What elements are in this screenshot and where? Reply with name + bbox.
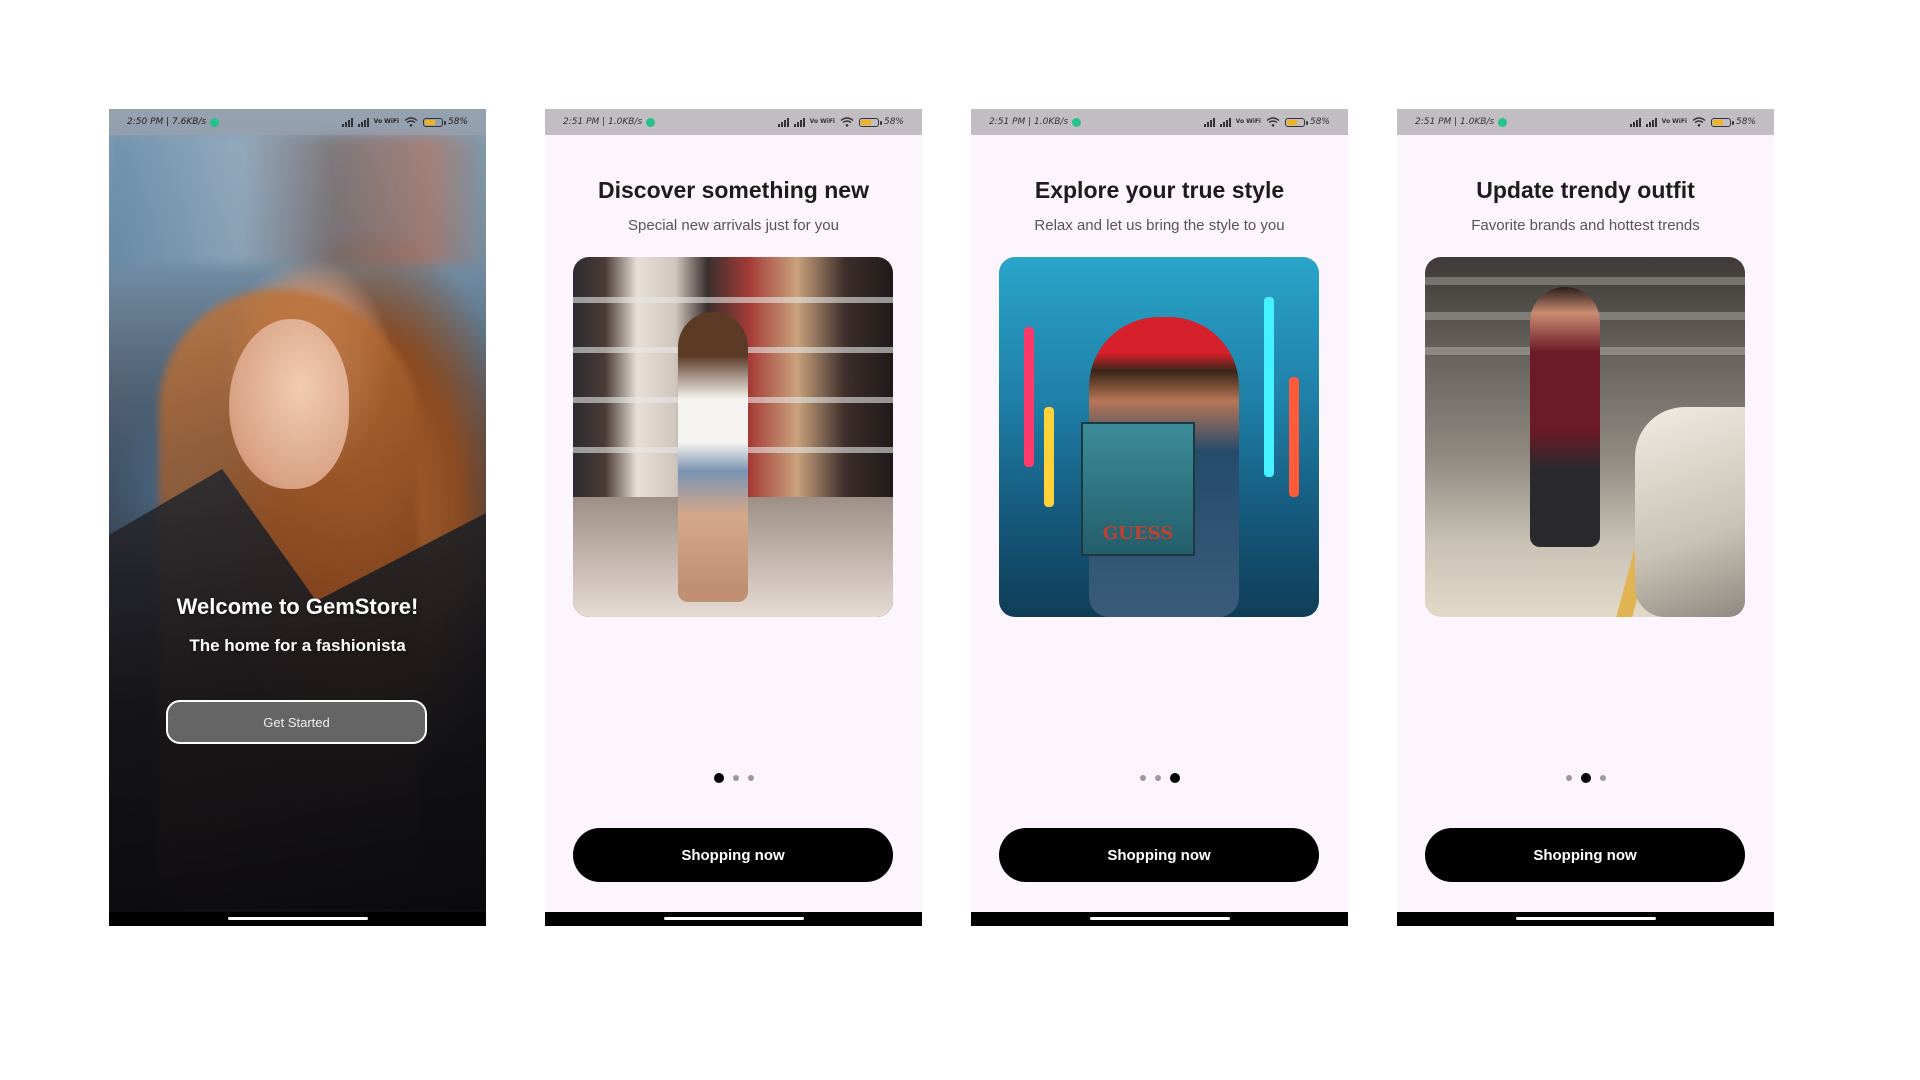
battery-icon <box>858 117 882 127</box>
status-bar: 2:51 PM | 1.0KB/s Vo WiFi 58% <box>545 109 922 135</box>
shopping-now-button[interactable]: Shopping now <box>1425 828 1745 882</box>
status-time: 2:51 PM | 1.0KB/s <box>1415 117 1495 127</box>
store-aisle-photo <box>573 257 893 617</box>
page-dot[interactable] <box>1169 773 1180 783</box>
status-bar: 2:51 PM | 1.0KB/s Vo WiFi 58% <box>971 109 1348 135</box>
signal-icon <box>777 117 789 127</box>
parking-garage-photo <box>1425 257 1745 617</box>
gesture-nav-bar <box>1397 912 1774 926</box>
battery-icon <box>1710 117 1734 127</box>
gesture-nav-bar <box>545 912 922 926</box>
vowifi-icon: Vo WiFi <box>1235 118 1261 125</box>
vowifi-icon: Vo WiFi <box>1661 118 1687 125</box>
welcome-screen: 2:50 PM | 7.6KB/s Vo WiFi 58% Welcome to… <box>109 109 486 926</box>
shopping-now-button[interactable]: Shopping now <box>999 828 1319 882</box>
status-time: 2:51 PM | 1.0KB/s <box>989 117 1069 127</box>
onboarding-subtitle: Relax and let us bring the style to you <box>1034 217 1285 234</box>
data-badge-icon <box>1072 117 1082 127</box>
page-dot[interactable] <box>1565 775 1572 781</box>
status-bar: 2:50 PM | 7.6KB/s Vo WiFi 58% <box>109 109 486 135</box>
signal-icon <box>1203 117 1215 127</box>
page-dot[interactable] <box>1154 775 1161 781</box>
battery-level: 58% <box>883 117 904 127</box>
data-badge-icon <box>1498 117 1508 127</box>
data-badge-icon <box>646 117 656 127</box>
page-dot[interactable] <box>732 775 739 781</box>
battery-level: 58% <box>447 117 468 127</box>
welcome-subtitle: The home for a fashionista <box>189 636 406 655</box>
onboarding-title: Update trendy outfit <box>1476 177 1695 203</box>
wifi-icon <box>1266 117 1280 127</box>
status-time: 2:51 PM | 1.0KB/s <box>563 117 643 127</box>
wifi-icon <box>1692 117 1706 127</box>
onboarding-image: GUESS <box>999 257 1319 617</box>
vowifi-icon: Vo WiFi <box>809 118 835 125</box>
page-indicator <box>545 773 922 783</box>
get-started-button[interactable]: Get Started <box>166 700 427 744</box>
battery-icon <box>422 117 446 127</box>
shopping-now-button[interactable]: Shopping now <box>573 828 893 882</box>
page-dot[interactable] <box>1139 775 1146 781</box>
battery-icon <box>1284 117 1308 127</box>
signal-icon <box>1219 117 1231 127</box>
home-indicator[interactable] <box>1089 917 1230 920</box>
gesture-nav-bar <box>109 912 486 926</box>
signal-icon <box>1629 117 1641 127</box>
status-time: 2:50 PM | 7.6KB/s <box>127 117 207 127</box>
signal-icon <box>1645 117 1657 127</box>
vowifi-icon: Vo WiFi <box>373 118 399 125</box>
onboarding-screen-2: 2:51 PM | 1.0KB/s Vo WiFi 58% Explore yo… <box>971 109 1348 926</box>
home-indicator[interactable] <box>227 917 368 920</box>
neon-street-photo: GUESS <box>999 257 1319 617</box>
onboarding-title: Explore your true style <box>1034 177 1285 203</box>
page-indicator <box>1397 773 1774 783</box>
bag-brand-text: GUESS <box>1102 523 1174 544</box>
page-dot[interactable] <box>713 773 724 783</box>
onboarding-title: Discover something new <box>598 177 869 203</box>
onboarding-image <box>573 257 893 617</box>
data-badge-icon <box>210 117 220 127</box>
signal-icon <box>357 117 369 127</box>
gesture-nav-bar <box>971 912 1348 926</box>
welcome-title: Welcome to GemStore! <box>176 594 419 619</box>
home-indicator[interactable] <box>1515 917 1656 920</box>
battery-level: 58% <box>1735 117 1756 127</box>
wifi-icon <box>840 117 854 127</box>
signal-icon <box>793 117 805 127</box>
page-dot[interactable] <box>747 775 754 781</box>
onboarding-subtitle: Special new arrivals just for you <box>628 217 839 234</box>
page-dot[interactable] <box>1580 773 1591 783</box>
onboarding-subtitle: Favorite brands and hottest trends <box>1471 217 1700 234</box>
page-dot[interactable] <box>1599 775 1606 781</box>
page-indicator <box>971 773 1348 783</box>
onboarding-screen-1: 2:51 PM | 1.0KB/s Vo WiFi 58% Discover s… <box>545 109 922 926</box>
wifi-icon <box>404 117 418 127</box>
signal-icon <box>341 117 353 127</box>
battery-level: 58% <box>1309 117 1330 127</box>
home-indicator[interactable] <box>663 917 804 920</box>
onboarding-screen-3: 2:51 PM | 1.0KB/s Vo WiFi 58% Update tre… <box>1397 109 1774 926</box>
hero-face <box>229 319 349 489</box>
onboarding-image <box>1425 257 1745 617</box>
status-bar: 2:51 PM | 1.0KB/s Vo WiFi 58% <box>1397 109 1774 135</box>
